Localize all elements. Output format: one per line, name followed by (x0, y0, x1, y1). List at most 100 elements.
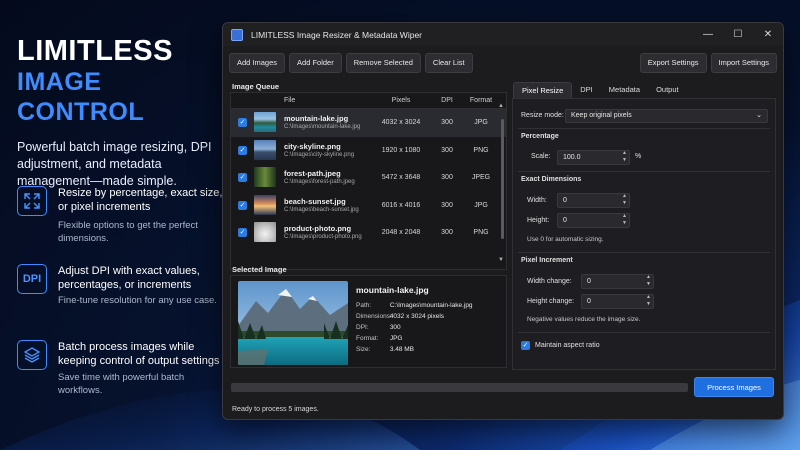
divider (518, 332, 770, 333)
table-row[interactable]: ✓ product-photo.png C:\Images\product-ph… (231, 219, 506, 247)
toolbar: Add Images Add Folder Remove Selected Cl… (223, 46, 783, 79)
header-dpi[interactable]: DPI (431, 97, 463, 104)
divider (518, 171, 770, 172)
table-row[interactable]: ✓ forest-path.jpeg C:\Images\forest-path… (231, 164, 506, 192)
feature-desc: Flexible options to get the perfect dime… (58, 220, 198, 244)
cell-dpi: 300 (441, 146, 453, 154)
table-row[interactable]: ✓ mountain-lake.jpg C:\Images\mountain-l… (231, 109, 506, 137)
header-pixels[interactable]: Pixels (371, 97, 431, 104)
resize-mode-label: Resize mode: (521, 112, 564, 119)
cell-pixels: 1920 x 1080 (381, 146, 421, 154)
aspect-ratio-checkbox[interactable]: ✓ (521, 341, 530, 350)
scale-unit: % (635, 153, 642, 160)
height-stepper[interactable]: 0 ▲ ▼ (557, 213, 630, 228)
settings-tabs: Pixel Resize DPI Metadata Output (513, 82, 687, 98)
file-path: C:\Images\mountain-lake.jpg (284, 124, 361, 130)
export-settings-button[interactable]: Export Settings (639, 52, 707, 73)
process-images-button[interactable]: Process Images (694, 377, 774, 397)
cell-format: PNG (473, 229, 489, 237)
minimize-button[interactable]: — (693, 23, 723, 46)
image-queue-label: Image Queue (232, 82, 280, 91)
tab-pixel-resize[interactable]: Pixel Resize (513, 82, 573, 98)
table-row[interactable]: ✓ city-skyline.png C:\Images\city-skylin… (231, 137, 506, 165)
stepper-arrows-icon[interactable]: ▲ ▼ (622, 193, 627, 207)
selected-file-name: mountain-lake.jpg (356, 285, 429, 295)
resize-mode-value: Keep original pixels (571, 112, 632, 119)
pixel-resize-panel: Resize mode: Keep original pixels ⌄ Perc… (512, 98, 776, 370)
feature-desc: Fine-tune resolution for any use case. (58, 295, 217, 306)
table-row[interactable]: ✓ beach-sunset.jpg C:\Images\beach-sunse… (231, 192, 506, 220)
cell-dpi: 300 (441, 119, 453, 126)
cell-dpi: 300 (441, 229, 453, 237)
promo-title-accent: IMAGE CONTROL (17, 68, 145, 126)
add-folder-button[interactable]: Add Folder (289, 52, 342, 73)
thumbnail (254, 112, 276, 132)
row-checkbox[interactable]: ✓ (238, 173, 247, 183)
resize-arrows-icon (17, 186, 47, 216)
chevron-up-icon[interactable]: ▲ (498, 103, 504, 109)
file-path: C:\Images\product-photo.png (284, 234, 362, 241)
import-settings-button[interactable]: Import Settings (710, 52, 777, 73)
feature-title: Batch process images while keeping contr… (58, 341, 220, 367)
file-name: forest-path.jpeg (284, 169, 341, 179)
title-bar[interactable]: LIMITLESS Image Resizer & Metadata Wiper… (223, 23, 783, 46)
header-format[interactable]: Format (463, 97, 499, 104)
window-title: LIMITLESS Image Resizer & Metadata Wiper (251, 29, 423, 40)
tab-output[interactable]: Output (648, 82, 687, 98)
divider (518, 128, 770, 129)
scale-stepper[interactable]: 100.0 ▲ ▼ (557, 150, 630, 165)
row-checkbox[interactable]: ✓ (238, 200, 247, 210)
header-file[interactable]: File (231, 97, 371, 104)
chevron-down-icon[interactable]: ▼ (498, 257, 504, 263)
stepper-arrows-icon[interactable]: ▲ ▼ (622, 150, 627, 164)
meta-dimensions: Dimensions: 4032 x 3024 pixels (356, 313, 445, 320)
meta-dpi: DPI: 300 (356, 324, 401, 331)
meta-format: Format: JPG (356, 335, 403, 342)
height-change-value: 0 (587, 298, 591, 305)
add-images-button[interactable]: Add Images (229, 52, 286, 73)
stepper-arrows-icon[interactable]: ▲ ▼ (646, 294, 651, 308)
stepper-arrows-icon[interactable]: ▲ ▼ (622, 213, 627, 227)
feature-title: Adjust DPI with exact values, percentage… (58, 265, 200, 291)
file-name: city-skyline.png (284, 141, 341, 151)
scale-value: 100.0 (563, 154, 581, 161)
height-value: 0 (563, 217, 567, 224)
cell-format: JPG (474, 201, 488, 209)
width-stepper[interactable]: 0 ▲ ▼ (557, 193, 630, 208)
cell-pixels: 5472 x 3648 (381, 174, 421, 182)
row-checkbox[interactable]: ✓ (238, 118, 247, 127)
queue-scrollbar[interactable]: ▲ ▼ (498, 103, 505, 265)
promo-subtitle: Powerful batch image resizing, DPI adjus… (17, 140, 212, 188)
cell-pixels: 4032 x 3024 (381, 119, 421, 126)
meta-size: Size: 3.48 MB (356, 346, 415, 353)
selected-image-preview (238, 281, 348, 365)
maximize-button[interactable]: ☐ (723, 23, 753, 46)
file-path: C:\Images\forest-path.jpeg (284, 179, 355, 186)
width-change-stepper[interactable]: 0 ▲ ▼ (581, 274, 654, 289)
divider (518, 252, 770, 253)
height-label: Height: (527, 217, 550, 224)
scrollbar-thumb[interactable] (501, 119, 504, 239)
app-window: LIMITLESS Image Resizer & Metadata Wiper… (222, 22, 784, 420)
width-label: Width: (527, 197, 547, 204)
cell-pixels: 6016 x 4016 (381, 201, 421, 209)
remove-selected-button[interactable]: Remove Selected (345, 52, 421, 73)
meta-path: Path: C:\Images\mountain-lake.jpg (356, 302, 473, 309)
thumbnail (254, 139, 276, 160)
resize-mode-select[interactable]: Keep original pixels ⌄ (565, 109, 768, 123)
tab-metadata[interactable]: Metadata (601, 82, 648, 98)
stepper-arrows-icon[interactable]: ▲ ▼ (646, 274, 651, 288)
cell-format: JPG (474, 119, 488, 126)
close-button[interactable]: ✕ (753, 23, 783, 46)
row-checkbox[interactable]: ✓ (238, 145, 247, 155)
scale-label: Scale: (531, 153, 551, 160)
selected-image-label: Selected Image (232, 265, 287, 274)
feature-title: Resize by percentage, exact size, or pix… (58, 187, 223, 213)
aspect-ratio-label[interactable]: Maintain aspect ratio (535, 342, 600, 349)
height-change-stepper[interactable]: 0 ▲ ▼ (581, 294, 654, 309)
app-icon (231, 28, 243, 41)
tab-dpi[interactable]: DPI (572, 82, 601, 98)
row-checkbox[interactable]: ✓ (238, 228, 247, 238)
width-value: 0 (563, 197, 567, 204)
clear-list-button[interactable]: Clear List (424, 52, 473, 73)
